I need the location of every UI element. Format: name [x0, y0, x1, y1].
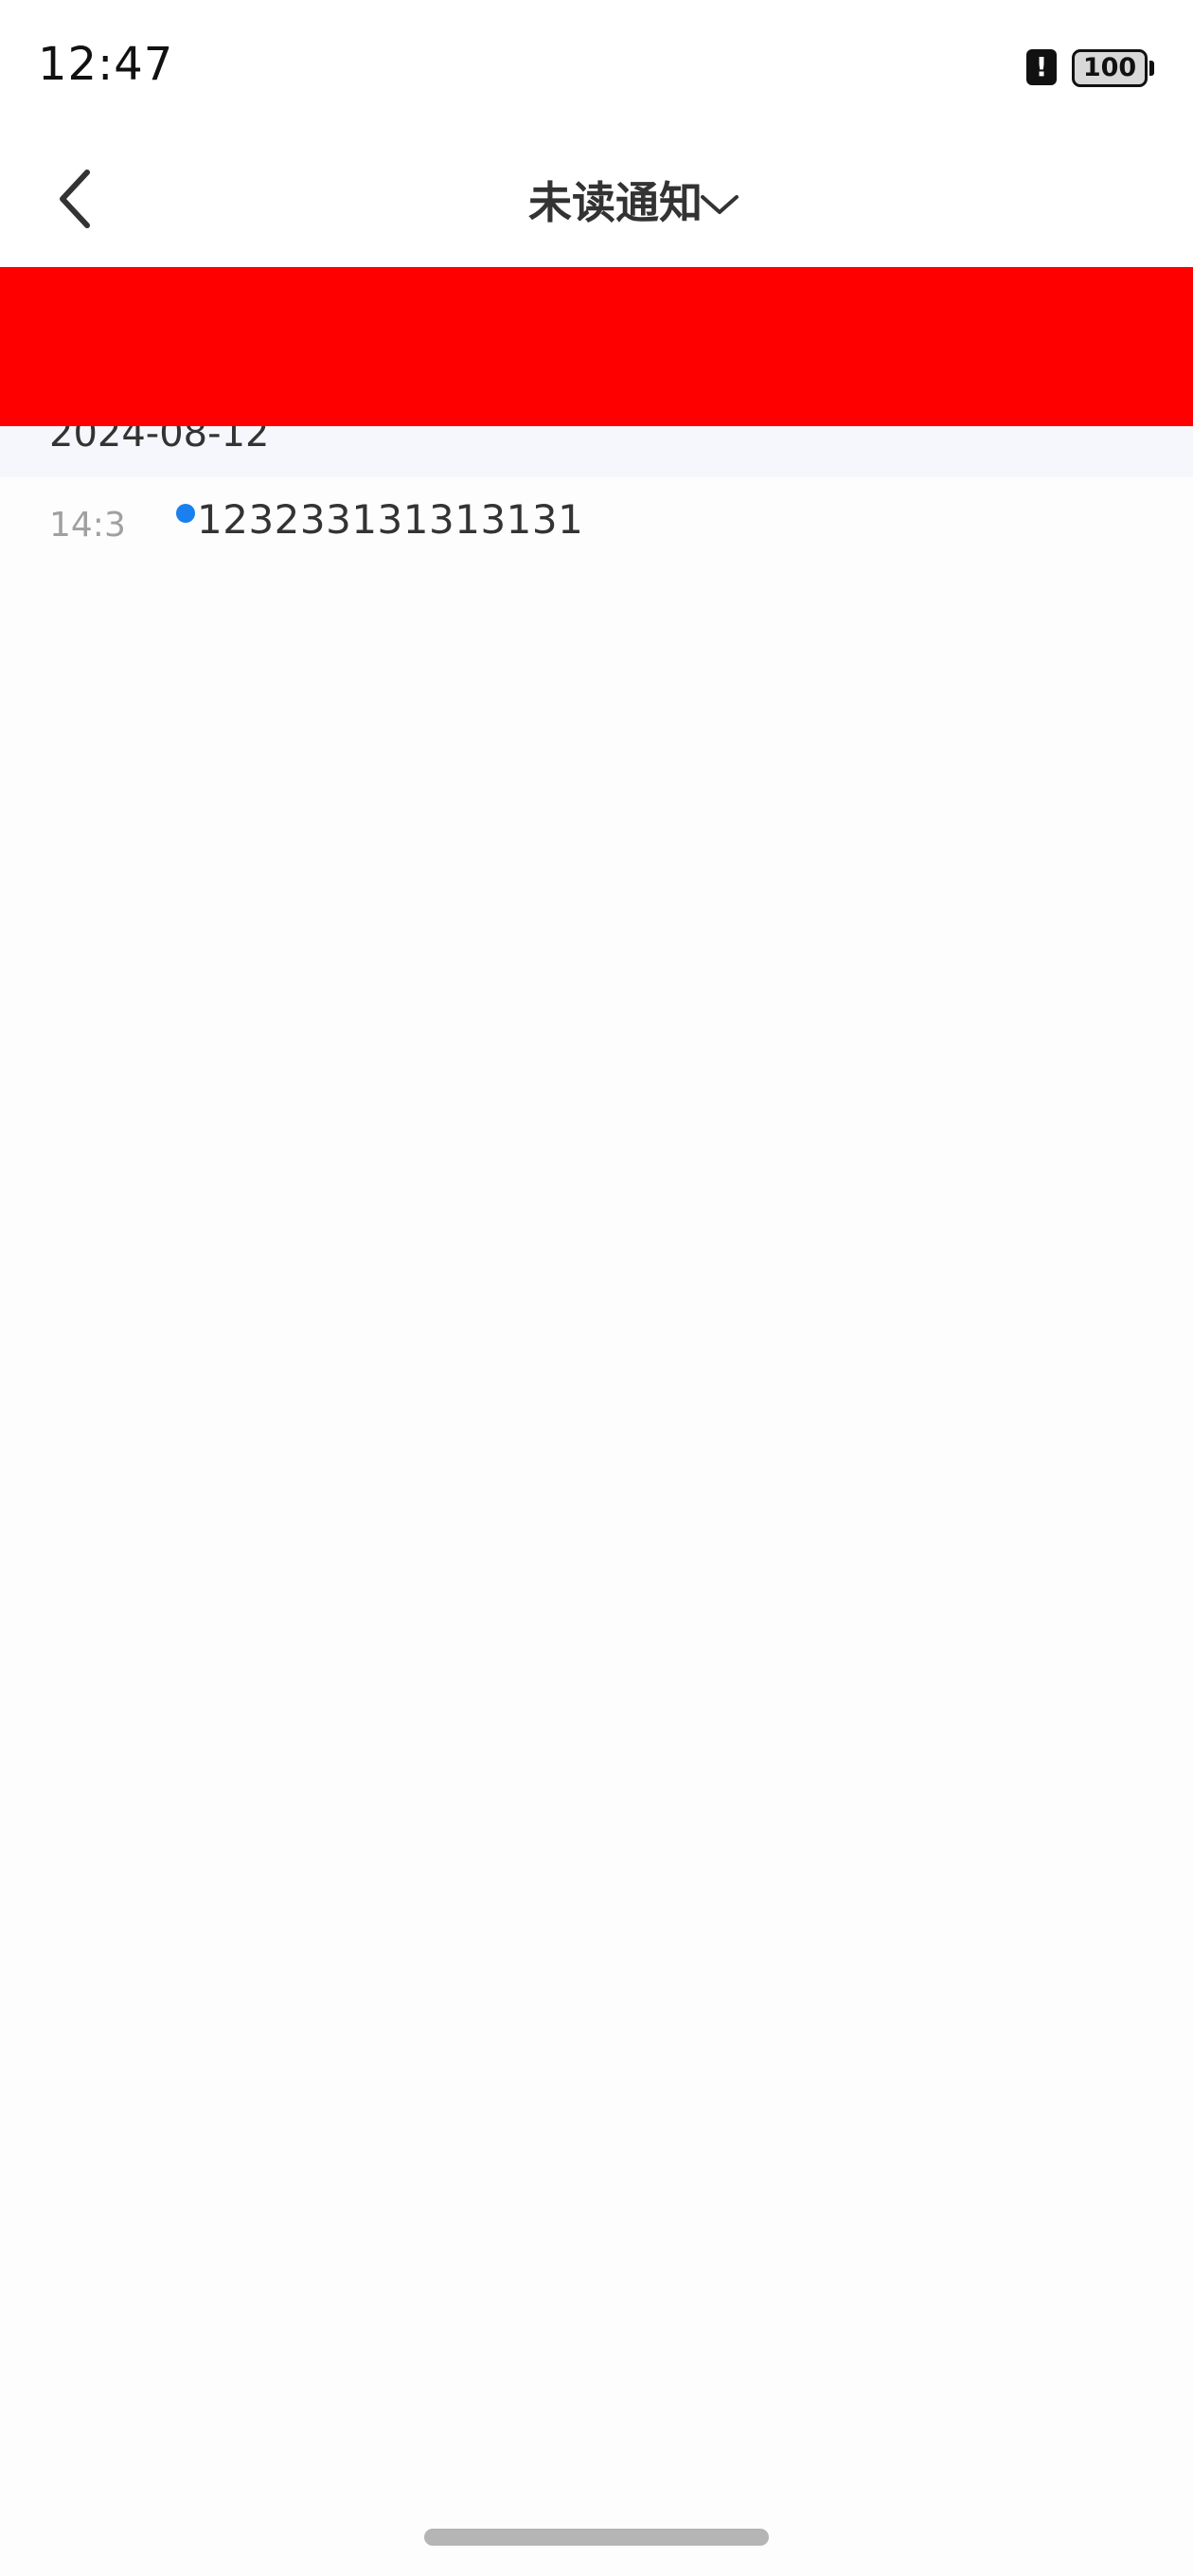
chevron-down-icon [701, 195, 739, 214]
group-date: 2024-08-12 [49, 426, 270, 456]
chevron-left-icon [60, 170, 90, 228]
battery-level: 100 [1082, 53, 1137, 82]
unread-dot-icon [176, 504, 195, 523]
red-banner [0, 267, 1193, 426]
battery-cap [1149, 61, 1154, 76]
filter-dropdown-button[interactable] [689, 174, 750, 235]
notification-time: 14:3 [49, 506, 126, 545]
battery-icon: 100 [1072, 49, 1148, 87]
nav-bar: 未读通知 [0, 133, 1193, 267]
back-button[interactable] [38, 161, 114, 237]
nav-title-wrap: 未读通知 [0, 133, 1193, 267]
notifications-screen: 12:47 ! 100 未读通知 2024-08-12 14:3 1232331… [0, 0, 1193, 2576]
date-group-header: 2024-08-12 [0, 426, 1193, 477]
status-time: 12:47 [38, 38, 174, 91]
page-title[interactable]: 未读通知 [528, 169, 703, 231]
notification-item[interactable]: 14:3 123233131313131 [0, 477, 1193, 563]
home-indicator[interactable] [424, 2529, 769, 2546]
status-bar: 12:47 ! 100 [0, 0, 1193, 133]
notification-text: 123233131313131 [197, 496, 584, 543]
alert-icon: ! [1026, 49, 1057, 85]
